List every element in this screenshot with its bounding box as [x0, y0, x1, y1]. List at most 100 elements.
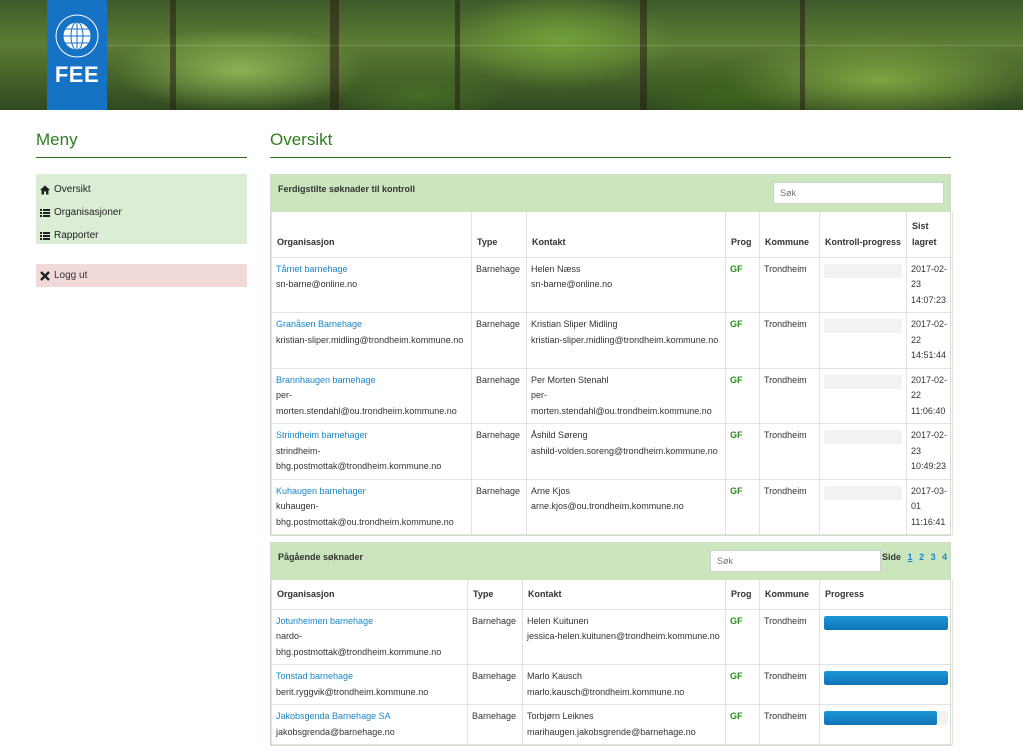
kontroll-progress-cell: [819, 367, 907, 424]
table-row[interactable]: Strindheim barnehager strindheim-bhg.post…: [271, 423, 953, 480]
type-cell: Barnehage: [471, 256, 527, 313]
prog-cell: GF: [725, 664, 760, 705]
contact-cell: Helen Næss sn-barne@online.no: [526, 256, 726, 313]
fee-logo[interactable]: FEE: [47, 0, 107, 110]
ongoing-applications-panel: Pågående søknader Side 1 2 3 4 Organisas…: [270, 542, 953, 746]
completed-table: Organisasjon Type Kontakt Prog Kommune K…: [271, 212, 953, 535]
contact-cell-name: Arne Kjos: [531, 485, 571, 496]
contact-cell-name: Torbjørn Leiknes: [527, 711, 594, 721]
kommune-cell-text: Trondheim: [764, 615, 807, 626]
column-header-kontakt[interactable]: Kontakt: [526, 212, 726, 258]
column-header-prog[interactable]: Prog: [725, 212, 760, 258]
kontroll-progress-cell: [819, 312, 907, 369]
column-header-organisasjon[interactable]: Organisasjon: [271, 212, 472, 258]
sidebar-menu: Oversikt Organisasjoner Rapporter: [36, 174, 247, 244]
panel-title: Ferdigstilte søknader til kontroll: [278, 184, 416, 194]
prog-cell: GF: [725, 704, 760, 745]
progress-bar: [824, 615, 948, 630]
column-header-sist-lagret[interactable]: Sist lagret: [906, 212, 953, 258]
column-header-type[interactable]: Type: [471, 212, 527, 258]
sidebar-item-rapporter[interactable]: Rapporter: [36, 224, 247, 247]
progress-bar: [824, 671, 948, 685]
column-header-type[interactable]: Type: [467, 580, 523, 610]
globe-icon: [55, 14, 99, 58]
column-header-kontakt[interactable]: Kontakt: [522, 580, 726, 610]
org-cell-name[interactable]: Tonstad barnehage: [276, 669, 463, 685]
contact-cell: Per Morten Stenahl per-morten.stendahl@ou…: [526, 367, 726, 424]
saved-cell-text: 2017-02-23 14:07:23: [911, 263, 948, 305]
saved-cell: 2017-03-01 11:16:41: [906, 478, 953, 535]
prog-cell-text: GF: [730, 430, 743, 440]
page-link-2[interactable]: 2: [919, 552, 924, 562]
saved-cell-text: 2017-03-01 11:16:41: [911, 485, 948, 527]
type-cell-text: Barnehage: [472, 615, 517, 626]
prog-cell: GF: [725, 312, 760, 369]
prog-cell-text: GF: [730, 374, 743, 385]
column-header-organisasjon[interactable]: Organisasjon: [271, 580, 468, 610]
kommune-cell-text: Trondheim: [764, 485, 807, 496]
org-cell-name[interactable]: Jakobsgenda Barnehage SA: [276, 709, 463, 725]
saved-cell: 2017-02-22 11:06:40: [906, 367, 953, 424]
logout-button[interactable]: Logg ut: [36, 264, 247, 287]
org-cell-email: nardo-bhg.postmottak@trondheim.kommune.n…: [276, 631, 442, 657]
column-header-kontroll-progress[interactable]: Kontroll-progress: [819, 212, 907, 258]
prog-cell: GF: [725, 423, 760, 480]
progress-bar: [824, 374, 902, 389]
page-link-4[interactable]: 4: [942, 552, 947, 562]
org-cell: Jakobsgenda Barnehage SA jakobsgrenda@bar…: [271, 704, 468, 745]
org-cell-name[interactable]: Strindheim barnehager: [276, 428, 467, 444]
kommune-cell-text: Trondheim: [764, 263, 807, 274]
page-link-3[interactable]: 3: [931, 552, 936, 562]
org-cell-name[interactable]: Jotunheimen barnehage: [276, 614, 463, 630]
page-title: Oversikt: [270, 130, 333, 149]
org-cell-name[interactable]: Tårnet barnehage: [276, 262, 467, 278]
org-cell: Kuhaugen barnehager kuhaugen-bhg.postmott…: [271, 478, 472, 535]
progress-fill: [824, 671, 948, 685]
type-cell: Barnehage: [467, 608, 523, 665]
org-cell-name[interactable]: Granåsen Barnehage: [276, 317, 467, 333]
column-header-kommune[interactable]: Kommune: [759, 212, 820, 258]
prog-cell: GF: [725, 608, 760, 665]
org-cell-name[interactable]: Brannhaugen barnehage: [276, 373, 467, 389]
org-cell-email: sn-barne@online.no: [276, 279, 358, 289]
progress-bar: [824, 263, 902, 278]
panel-header: Pågående søknader Side 1 2 3 4: [271, 543, 950, 580]
sidebar-item-organisasjoner[interactable]: Organisasjoner: [36, 201, 247, 224]
sidebar-item-oversikt[interactable]: Oversikt: [36, 178, 247, 201]
org-cell-email: jakobsgrenda@barnehage.no: [276, 726, 395, 737]
page-link-1[interactable]: 1: [908, 552, 913, 562]
table-row[interactable]: Granåsen Barnehage kristian-sliper.midlin…: [271, 312, 953, 369]
org-cell: Brannhaugen barnehage per-morten.stendahl…: [271, 367, 472, 424]
column-header-kommune[interactable]: Kommune: [759, 580, 820, 610]
type-cell: Barnehage: [471, 423, 527, 480]
page-title-divider: [270, 157, 951, 158]
kommune-cell-text: Trondheim: [764, 374, 807, 385]
column-header-prog[interactable]: Prog: [725, 580, 760, 610]
table-row[interactable]: Tonstad barnehage berit.ryggvik@trondheim…: [271, 664, 953, 705]
type-cell: Barnehage: [471, 478, 527, 535]
contact-cell: Helen Kuitunen jessica-helen.kuitunen@tro…: [522, 608, 726, 665]
sidebar-item-label: Rapporter: [54, 230, 99, 241]
completed-search-input[interactable]: [773, 182, 944, 204]
pager-label: Side: [882, 552, 902, 562]
kommune-cell-text: Trondheim: [764, 430, 807, 440]
sidebar-item-label: Oversikt: [54, 184, 91, 195]
progress-cell: [819, 608, 953, 665]
progress-fill: [824, 711, 937, 725]
ongoing-search-input[interactable]: [710, 550, 881, 572]
org-cell-email: strindheim-bhg.postmottak@trondheim.komm…: [276, 445, 442, 472]
type-cell-text: Barnehage: [476, 263, 521, 274]
table-row[interactable]: Jakobsgenda Barnehage SA jakobsgrenda@bar…: [271, 704, 953, 745]
table-row[interactable]: Jotunheimen barnehage nardo-bhg.postmotta…: [271, 608, 953, 665]
org-cell-email: kristian-sliper.midling@trondheim.kommun…: [276, 334, 464, 345]
kommune-cell: Trondheim: [759, 312, 820, 369]
column-header-progress[interactable]: Progress: [819, 580, 953, 610]
logo-text: FEE: [54, 62, 100, 87]
table-row[interactable]: Kuhaugen barnehager kuhaugen-bhg.postmott…: [271, 478, 953, 535]
contact-cell: Åshild Søreng ashild-volden.soreng@trondh…: [526, 423, 726, 480]
org-cell: Tonstad barnehage berit.ryggvik@trondheim…: [271, 664, 468, 705]
close-icon: [40, 270, 50, 281]
table-row[interactable]: Brannhaugen barnehage per-morten.stendahl…: [271, 367, 953, 424]
org-cell-name[interactable]: Kuhaugen barnehager: [276, 484, 467, 500]
table-row[interactable]: Tårnet barnehage sn-barne@online.no Barneh…: [271, 256, 953, 313]
